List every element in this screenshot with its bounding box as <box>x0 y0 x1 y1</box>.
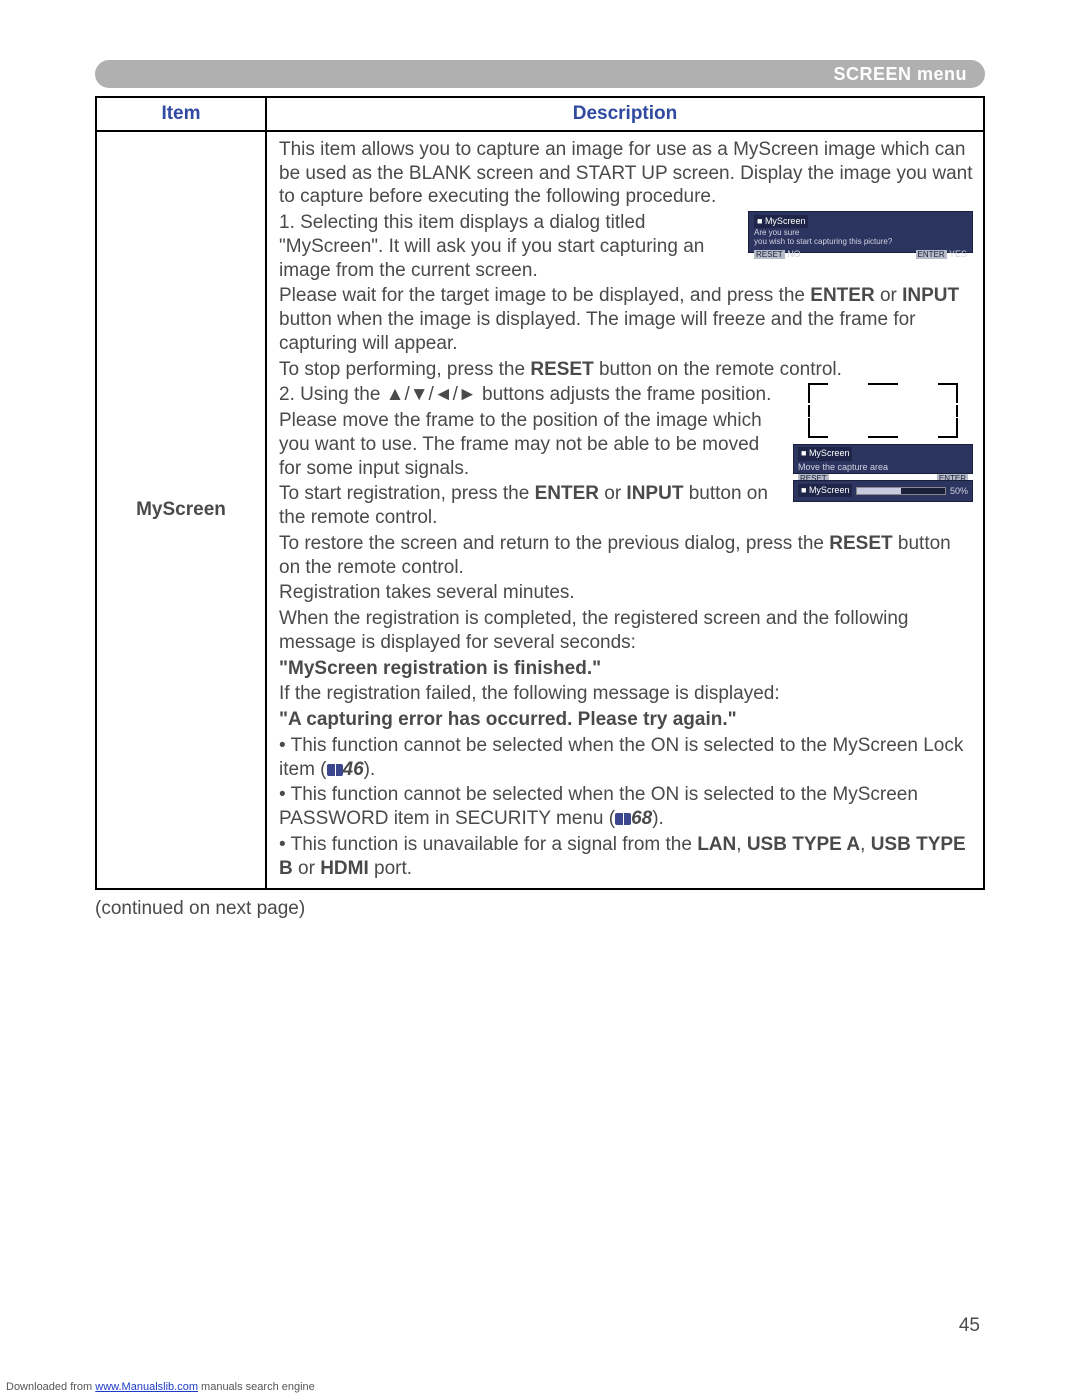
step2f: When the registration is completed, the … <box>279 607 973 655</box>
msg-error: "A capturing error has occurred. Please … <box>279 708 973 732</box>
section-title: SCREEN menu <box>833 64 967 85</box>
continued-note: (continued on next page) <box>95 898 985 920</box>
shot1-reset: RESET <box>754 250 785 259</box>
shot1-enter: ENTER <box>916 250 947 259</box>
step1c: To stop performing, press the RESET butt… <box>279 358 973 382</box>
shot1-title: ■ MyScreen <box>754 215 808 228</box>
section-header: SCREEN menu <box>95 60 985 88</box>
footer-link[interactable]: www.Manualslib.com <box>95 1381 198 1393</box>
progress-bar <box>856 487 946 495</box>
page-number: 45 <box>959 1315 980 1337</box>
step2e: Registration takes several minutes. <box>279 581 973 605</box>
footer: Downloaded from www.Manualslib.com manua… <box>6 1381 315 1393</box>
step2g: If the registration failed, the followin… <box>279 682 973 706</box>
dialog-screenshot-2: ■ MyScreen Move the capture area RESET E… <box>793 444 973 474</box>
capture-frame-diagram <box>808 383 958 438</box>
dialog-screenshot-3: ■ MyScreen 50% <box>793 480 973 502</box>
col-desc: Description <box>266 97 984 131</box>
dialog-screenshot-group-2: ■ MyScreen Move the capture area RESET E… <box>793 383 973 508</box>
description-cell: This item allows you to capture an image… <box>266 131 984 890</box>
dialog-screenshot-1: ■ MyScreen Are you sure you wish to star… <box>748 211 973 253</box>
shot1-line2: you wish to start capturing this picture… <box>754 238 967 247</box>
note2: • This function cannot be selected when … <box>279 783 973 831</box>
book-icon <box>615 813 631 825</box>
note3: • This function is unavailable for a sig… <box>279 833 973 881</box>
note1: • This function cannot be selected when … <box>279 734 973 782</box>
msg-finished: "MyScreen registration is finished." <box>279 657 973 681</box>
item-name: MyScreen <box>96 131 266 890</box>
step2d: To restore the screen and return to the … <box>279 532 973 580</box>
shot3-title: ■ MyScreen <box>798 484 852 497</box>
manual-table: Item Description MyScreen This item allo… <box>95 96 985 890</box>
intro-text: This item allows you to capture an image… <box>279 138 973 209</box>
step1b: Please wait for the target image to be d… <box>279 284 973 355</box>
col-item: Item <box>96 97 266 131</box>
book-icon <box>327 764 343 776</box>
shot2-title: ■ MyScreen <box>798 447 852 460</box>
